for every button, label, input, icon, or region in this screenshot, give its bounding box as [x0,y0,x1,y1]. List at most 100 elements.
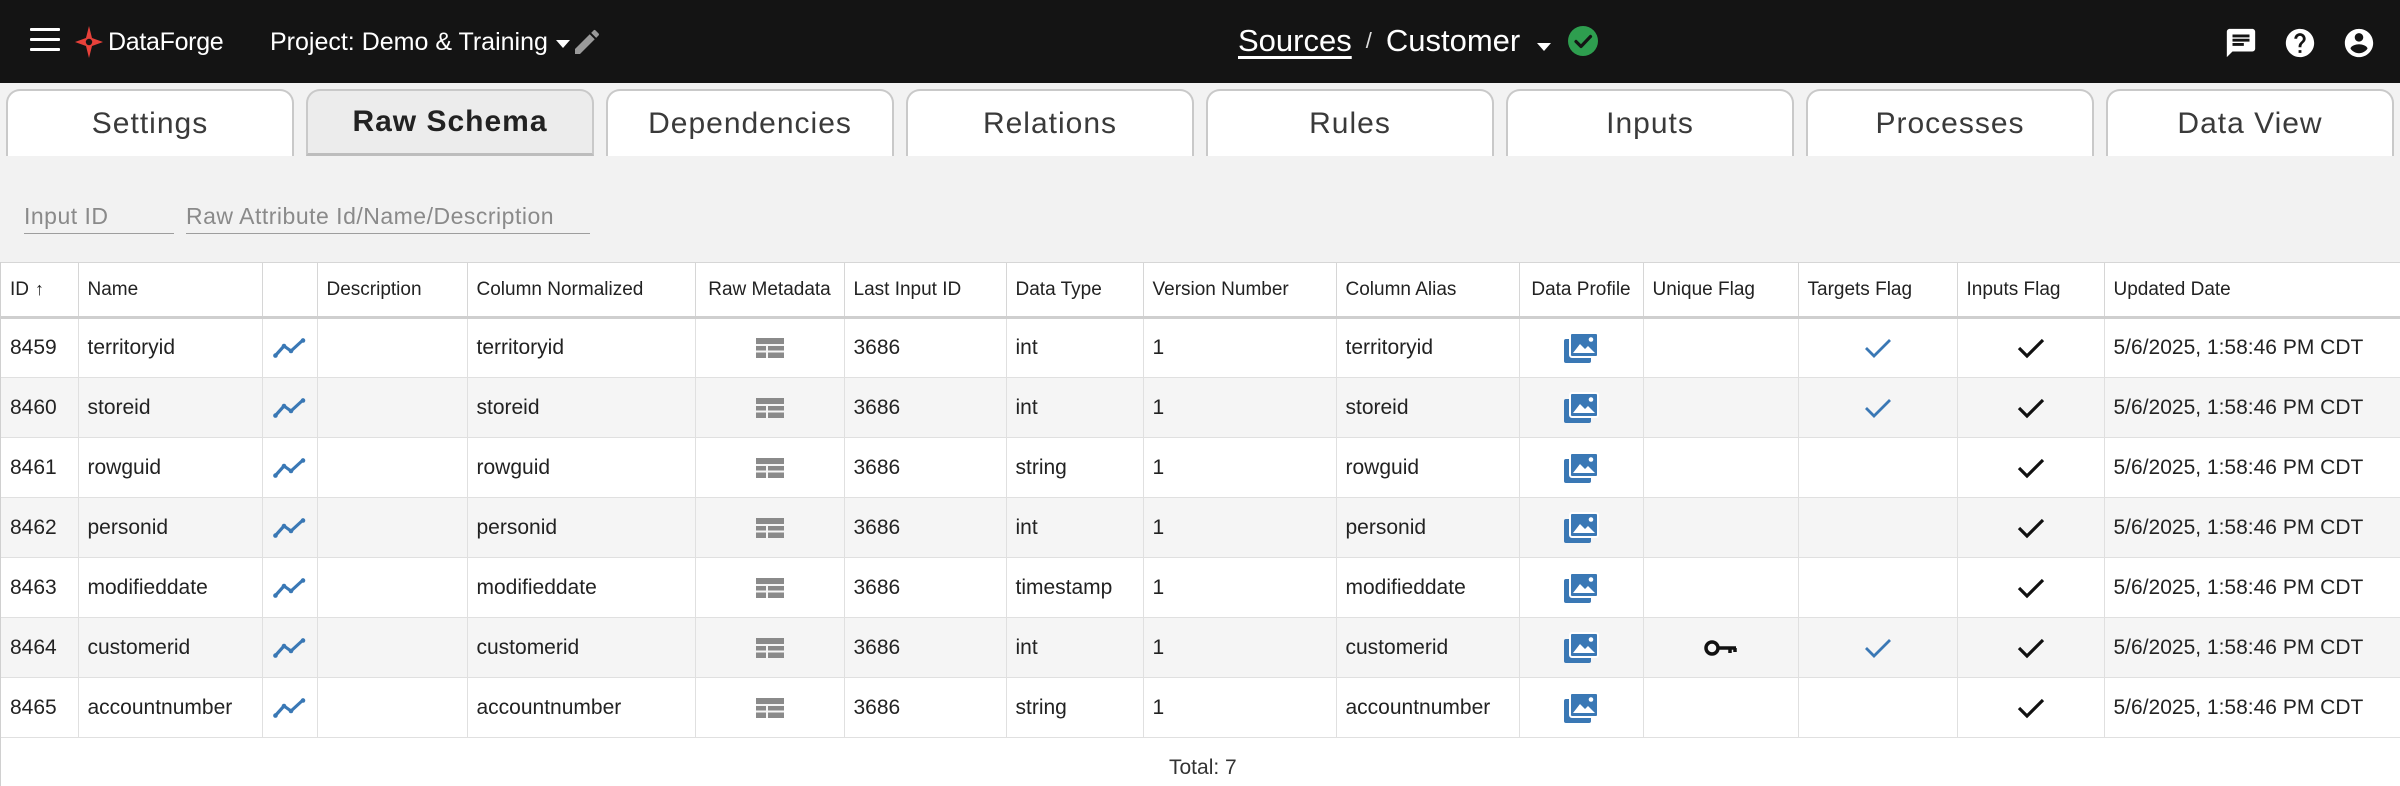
cell-id: 8459 [1,317,79,378]
checkmark-icon [2017,339,2044,359]
table-icon[interactable] [755,577,785,599]
column-header-trend[interactable] [262,262,318,319]
cell-raw-metadata [695,497,845,558]
cell-inputs-flag [1957,617,2105,678]
column-header-data-profile[interactable]: Data Profile [1519,262,1644,319]
column-header-description[interactable]: Description [317,262,468,319]
cell-column-alias: storeid [1336,377,1520,438]
image-gallery-icon[interactable] [1563,571,1599,604]
attribute-search-input[interactable] [186,200,590,234]
image-gallery-icon[interactable] [1563,391,1599,424]
chevron-down-icon [1536,43,1551,51]
checkmark-icon [1864,638,1891,658]
checkmark-icon [2017,578,2044,599]
image-gallery-icon[interactable] [1563,451,1599,484]
checkmark-icon [2017,398,2044,419]
cell-version-number: 1 [1143,377,1337,438]
column-header-inputs-flag[interactable]: Inputs Flag [1957,262,2105,319]
image-gallery-icon[interactable] [1563,691,1599,724]
table-row[interactable]: 8463 modifieddate modifieddate 3686 timestam… [1,557,2400,618]
tab-dependencies[interactable]: Dependencies [606,89,894,156]
pencil-icon[interactable] [570,26,604,58]
cell-last-input-id: 3686 [844,437,1007,498]
cell-raw-metadata [695,617,845,678]
column-header-column-alias[interactable]: Column Alias [1336,262,1520,319]
table-row[interactable]: 8459 territoryid territoryid 3686 int 1 territ… [1,317,2400,378]
table-body: 8459 territoryid territoryid 3686 int 1 territ… [1,317,2400,738]
table-icon[interactable] [755,457,785,479]
table-row[interactable]: 8460 storeid storeid 3686 int 1 storeid 5/6/202… [1,377,2400,438]
account-circle-icon[interactable] [2342,26,2376,60]
image-gallery-icon[interactable] [1563,511,1599,544]
cell-column-normalized: personid [467,497,696,558]
trending-line-icon[interactable] [272,457,307,479]
column-header-updated-date[interactable]: Updated Date [2104,262,2400,319]
hamburger-menu-icon[interactable] [30,28,60,54]
cell-trend [262,557,318,618]
tab-inputs[interactable]: Inputs [1506,89,1794,156]
cell-data-type: int [1006,617,1144,678]
tab-data-view[interactable]: Data View [2106,89,2394,156]
cell-data-type: int [1006,317,1144,378]
input-id-filter[interactable] [24,200,174,234]
project-selector[interactable]: Project: Demo & Training [270,24,570,60]
trending-line-icon[interactable] [272,577,307,599]
top-app-bar: DataForge Project: Demo & Training Sourc… [0,0,2400,83]
cell-description [317,437,468,498]
table-row[interactable]: 8461 rowguid rowguid 3686 string 1 rowguid 5/6/… [1,437,2400,498]
cell-updated-date: 5/6/2025, 1:58:46 PM CDT [2104,437,2400,498]
column-header-id[interactable]: ID ↑ [1,262,79,319]
trending-line-icon[interactable] [272,517,307,539]
app-name: DataForge [108,27,224,56]
column-header-last-input-id[interactable]: Last Input ID [844,262,1007,319]
table-row[interactable]: 8462 personid personid 3686 int 1 personid 5/6/… [1,497,2400,558]
checkmark-icon [2017,518,2044,539]
cell-updated-date: 5/6/2025, 1:58:46 PM CDT [2104,497,2400,558]
table-row[interactable]: 8464 customerid customerid 3686 int 1 customer… [1,617,2400,678]
cell-column-normalized: storeid [467,377,696,438]
tab-relations[interactable]: Relations [906,89,1194,156]
column-header-column-normalized[interactable]: Column Normalized [467,262,696,319]
tab-raw-schema[interactable]: Raw Schema [306,89,594,156]
project-label: Project: Demo & Training [270,27,548,56]
cell-last-input-id: 3686 [844,497,1007,558]
chat-icon[interactable] [2224,26,2258,60]
table-icon[interactable] [755,637,785,659]
table-icon[interactable] [755,397,785,419]
trending-line-icon[interactable] [272,697,307,719]
trending-line-icon[interactable] [272,637,307,659]
cell-unique-flag [1643,677,1799,738]
tab-rules[interactable]: Rules [1206,89,1494,156]
column-header-unique-flag[interactable]: Unique Flag [1643,262,1799,319]
breadcrumb-sources-link[interactable]: Sources [1238,23,1352,59]
tab-settings[interactable]: Settings [6,89,294,156]
tab-processes[interactable]: Processes [1806,89,2094,156]
column-header-name[interactable]: Name [78,262,263,319]
column-header-targets-flag[interactable]: Targets Flag [1798,262,1958,319]
cell-inputs-flag [1957,497,2105,558]
app-logo[interactable]: DataForge [74,22,224,62]
column-header-data-type[interactable]: Data Type [1006,262,1144,319]
cell-id: 8460 [1,377,79,438]
source-selector[interactable]: Customer [1386,23,1551,59]
image-gallery-icon[interactable] [1563,631,1599,664]
column-header-raw-metadata[interactable]: Raw Metadata [695,262,845,319]
image-gallery-icon[interactable] [1563,332,1599,364]
table-icon[interactable] [755,697,785,719]
column-header-version-number[interactable]: Version Number [1143,262,1337,319]
cell-unique-flag [1643,317,1799,378]
cell-data-profile [1519,377,1644,438]
trending-line-icon[interactable] [272,337,307,359]
cell-column-alias: territoryid [1336,317,1520,378]
sort-ascending-icon: ↑ [35,278,44,299]
cell-data-profile [1519,497,1644,558]
cell-unique-flag [1643,437,1799,498]
cell-last-input-id: 3686 [844,377,1007,438]
trending-line-icon[interactable] [272,397,307,419]
help-icon[interactable] [2283,26,2317,60]
table-icon[interactable] [755,337,785,359]
table-row[interactable]: 8465 accountnumber accountnumber 3686 string… [1,677,2400,738]
cell-updated-date: 5/6/2025, 1:58:46 PM CDT [2104,317,2400,378]
table-icon[interactable] [755,517,785,539]
cell-name: personid [78,497,263,558]
